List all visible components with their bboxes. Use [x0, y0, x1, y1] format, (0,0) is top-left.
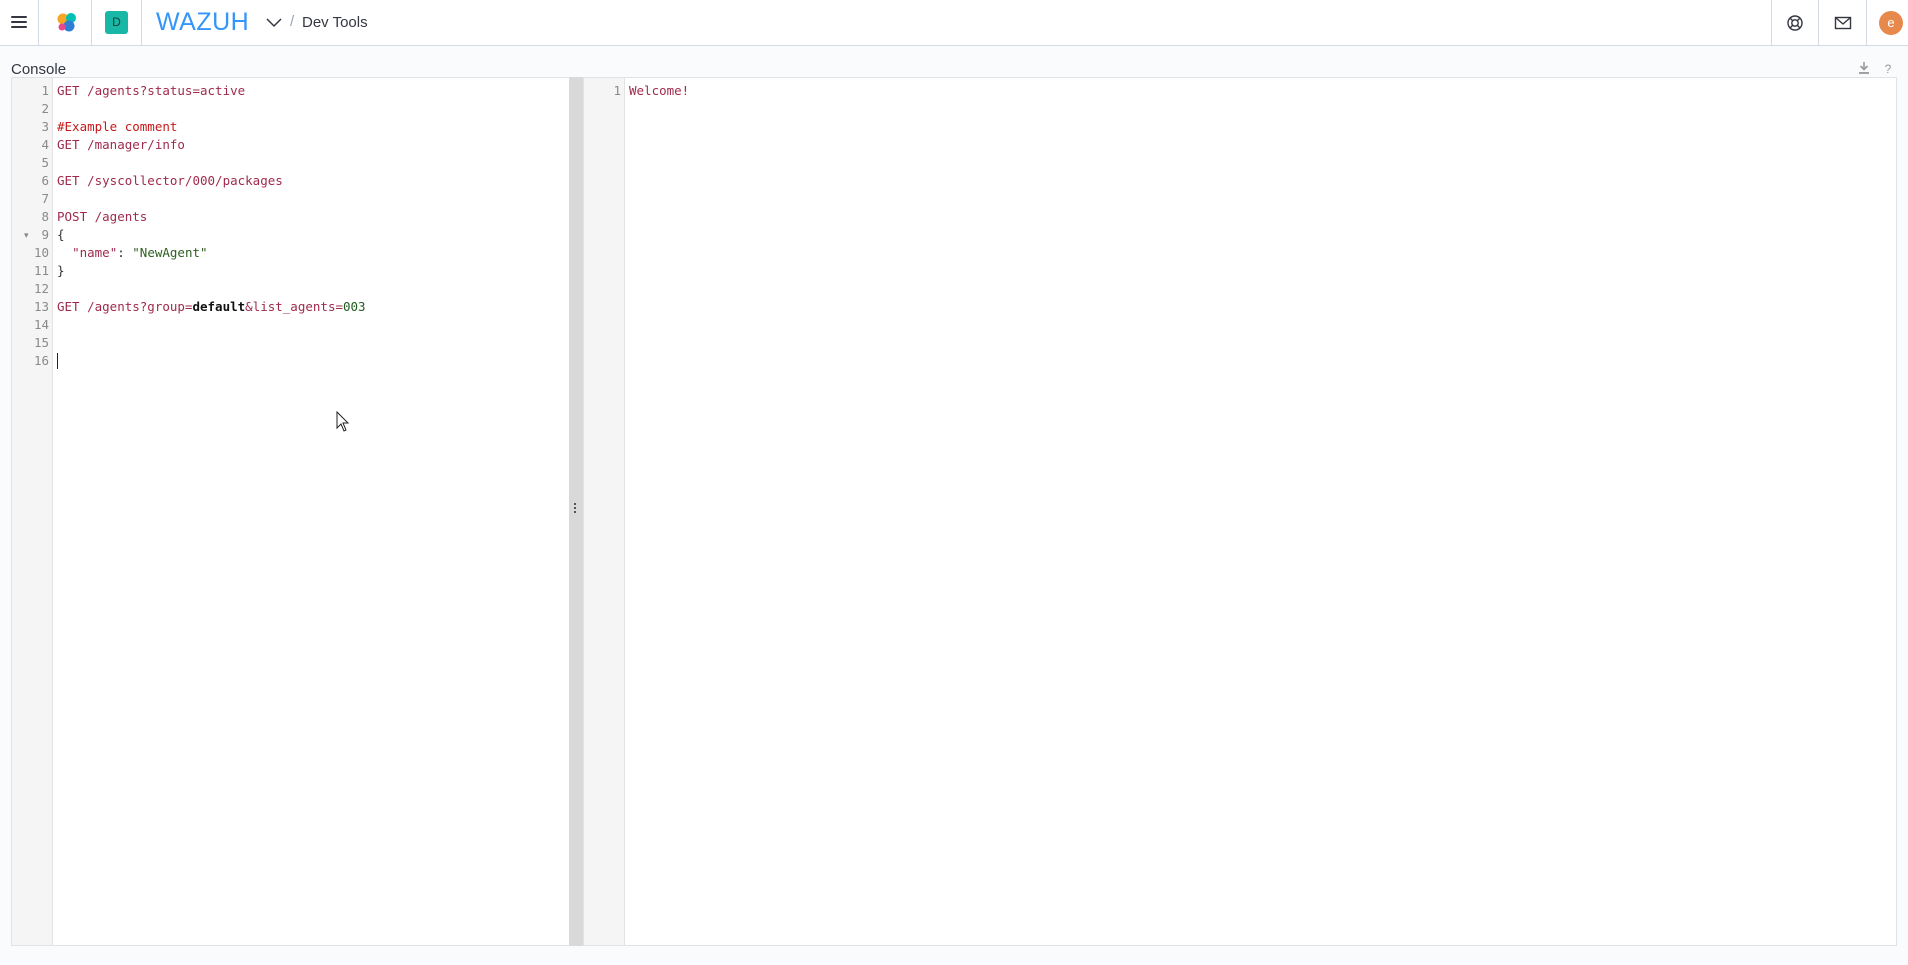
- line-number: 12: [33, 281, 49, 296]
- breadcrumb: Dev Tools: [302, 14, 368, 31]
- code-line[interactable]: GET /agents?group=default&list_agents=00…: [57, 298, 366, 316]
- resize-grip-icon: [574, 502, 577, 516]
- code-line[interactable]: GET /agents?status=active: [57, 82, 245, 100]
- json-value: "NewAgent": [132, 245, 208, 260]
- wazuh-brand-logo[interactable]: WAZUH: [156, 9, 249, 35]
- opensearch-logo[interactable]: [55, 10, 79, 34]
- code-line[interactable]: POST /agents: [57, 208, 147, 226]
- line-number: 10: [33, 245, 49, 260]
- response-code-area[interactable]: Welcome!: [625, 78, 1896, 945]
- pane-resize-handle[interactable]: [569, 77, 583, 946]
- console-title: Console: [11, 61, 67, 78]
- download-icon[interactable]: [1857, 61, 1871, 75]
- code-comment[interactable]: #Example comment: [57, 118, 177, 136]
- json-separator: :: [117, 245, 133, 260]
- header-divider: [1818, 0, 1819, 46]
- header-divider: [1771, 0, 1772, 46]
- line-number: 5: [41, 155, 49, 170]
- header-divider: [38, 0, 39, 46]
- line-number: 1: [613, 83, 621, 98]
- line-number: 11: [33, 263, 49, 278]
- line-number: 9: [41, 227, 49, 242]
- line-number: 8: [41, 209, 49, 224]
- response-editor[interactable]: 1 Welcome!: [583, 77, 1897, 946]
- header-divider: [141, 0, 142, 46]
- line-number: 2: [41, 101, 49, 116]
- json-key: "name": [72, 245, 118, 260]
- line-number: 6: [41, 173, 49, 188]
- code-line[interactable]: GET /manager/info: [57, 136, 185, 154]
- code-token: &list_agents=: [245, 299, 343, 314]
- line-number: 7: [41, 191, 49, 206]
- mouse-pointer-icon: [336, 411, 350, 432]
- breadcrumb-separator: /: [290, 13, 295, 30]
- response-gutter: 1: [584, 78, 625, 945]
- line-number: 4: [41, 137, 49, 152]
- avatar[interactable]: e: [1879, 11, 1903, 35]
- request-editor[interactable]: 1 2 3 4 5 6 7 8 ▾ 9 10 11 12 13 14 15 16…: [11, 77, 570, 946]
- line-number: 16: [33, 353, 49, 368]
- line-number: 13: [33, 299, 49, 314]
- help-question-icon[interactable]: ?: [1881, 61, 1895, 75]
- code-token: 003: [343, 299, 366, 314]
- header-divider: [1866, 0, 1867, 46]
- line-number: 15: [33, 335, 49, 350]
- chevron-down-icon[interactable]: [264, 13, 284, 33]
- mail-icon[interactable]: [1832, 12, 1854, 34]
- code-line[interactable]: }: [57, 262, 65, 280]
- request-gutter: 1 2 3 4 5 6 7 8 ▾ 9 10 11 12 13 14 15 16: [12, 78, 53, 945]
- help-lifebuoy-icon[interactable]: [1784, 12, 1806, 34]
- text-caret: [57, 353, 58, 369]
- code-line[interactable]: {: [57, 226, 65, 244]
- code-token-bold: default: [192, 299, 246, 314]
- line-number: 14: [33, 317, 49, 332]
- space-badge[interactable]: D: [105, 11, 128, 34]
- code-token: GET /agents?group=: [57, 299, 193, 314]
- menu-icon[interactable]: [8, 11, 30, 33]
- line-number: 1: [41, 83, 49, 98]
- line-number: 3: [41, 119, 49, 134]
- code-line[interactable]: "name": "NewAgent": [57, 244, 208, 262]
- response-line[interactable]: Welcome!: [629, 82, 689, 100]
- svg-text:?: ?: [1885, 62, 1892, 75]
- request-code-area[interactable]: GET /agents?status=active #Example comme…: [53, 78, 569, 945]
- header-divider: [91, 0, 92, 46]
- top-header: D WAZUH / Dev Tools e: [0, 0, 1908, 46]
- code-line[interactable]: GET /syscollector/000/packages: [57, 172, 283, 190]
